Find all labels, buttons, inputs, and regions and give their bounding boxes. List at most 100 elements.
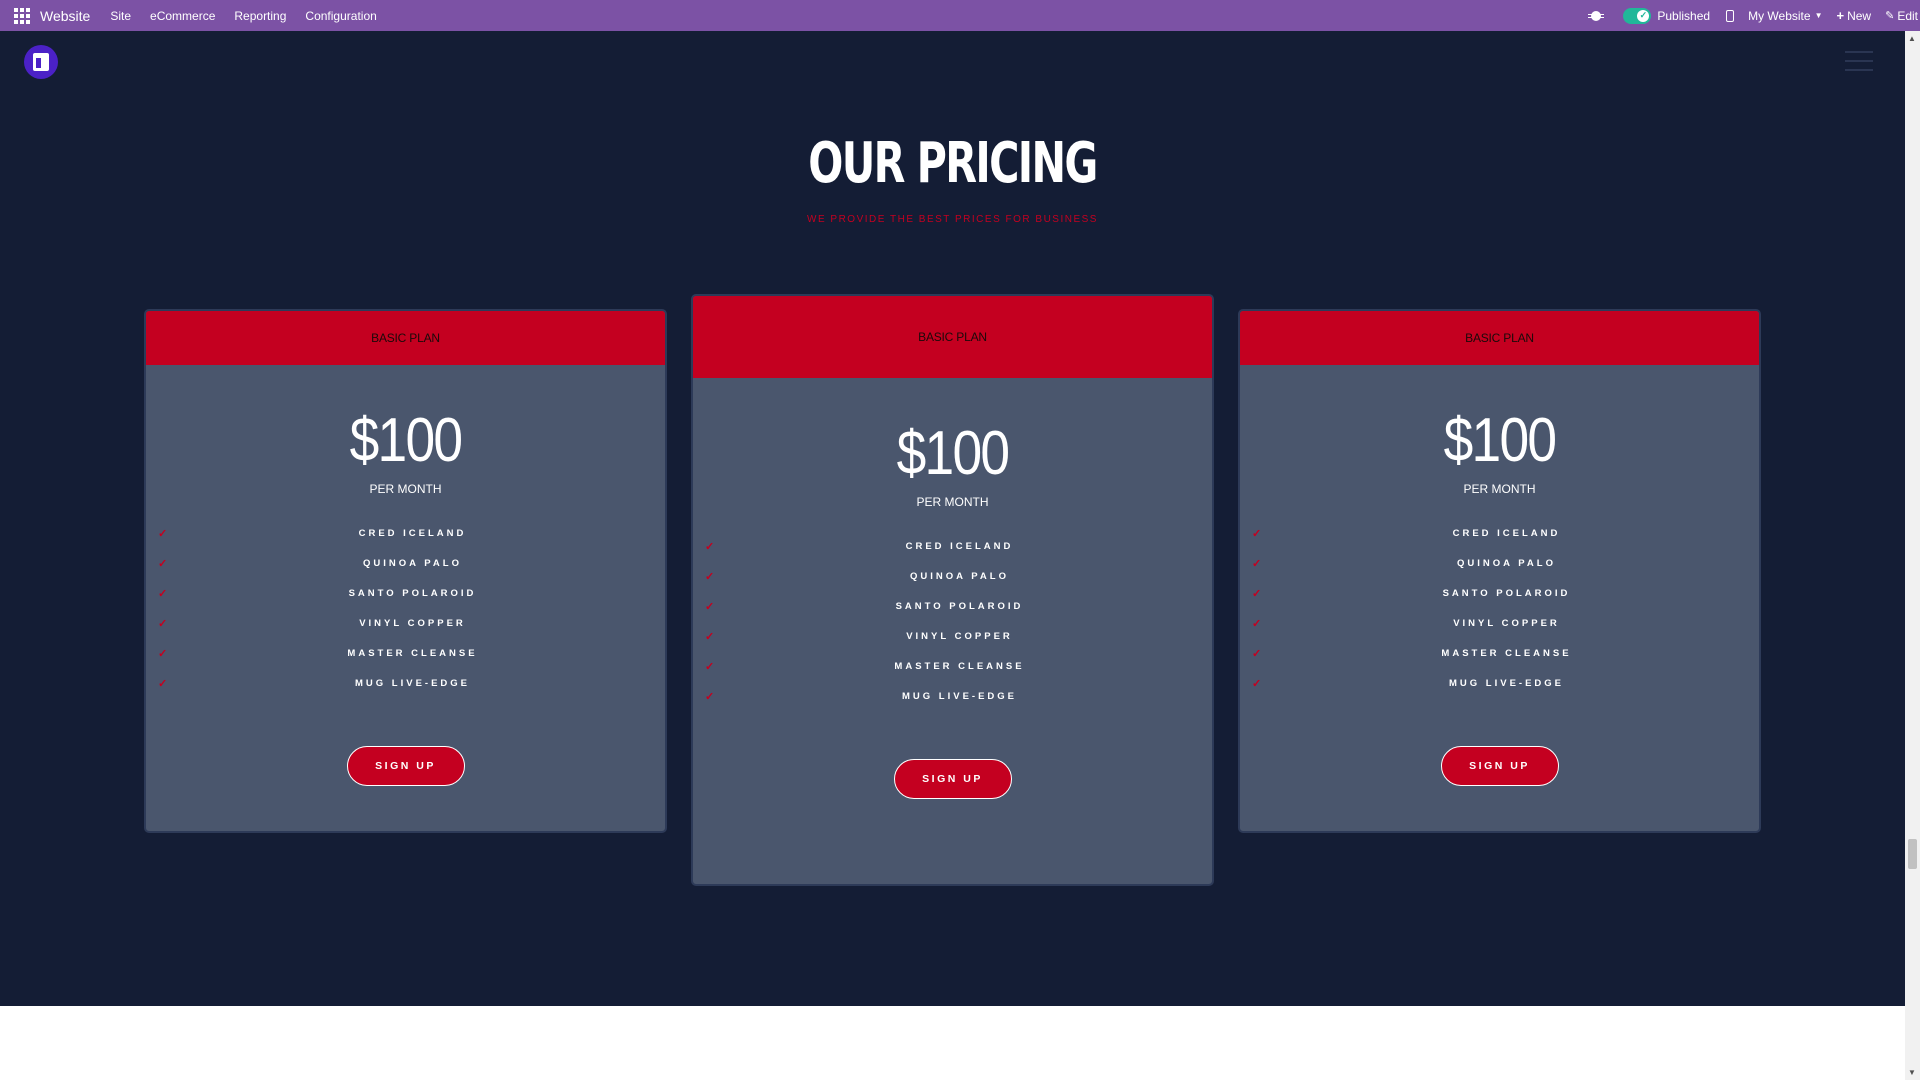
feature-label: QUINOA PALO bbox=[363, 557, 462, 569]
feature-label: SANTO POLAROID bbox=[348, 587, 477, 599]
feature-item: ✓ VINYL COPPER bbox=[1240, 608, 1759, 638]
caret-down-icon: ▼ bbox=[1814, 11, 1823, 20]
feature-label: QUINOA PALO bbox=[910, 570, 1009, 582]
scroll-up-arrow-icon[interactable]: ▲ bbox=[1908, 34, 1916, 43]
website-selector[interactable]: My Website ▼ bbox=[1748, 9, 1822, 23]
feature-label: MUG LIVE-EDGE bbox=[1448, 677, 1564, 689]
check-icon: ✓ bbox=[1252, 647, 1265, 660]
feature-label: SANTO POLAROID bbox=[895, 600, 1024, 612]
check-icon: ✓ bbox=[1252, 527, 1265, 540]
menu-configuration[interactable]: Configuration bbox=[305, 9, 376, 23]
check-icon: ✓ bbox=[705, 570, 718, 583]
page-subtitle: WE PROVIDE THE BEST PRICES FOR BUSINESS bbox=[807, 214, 1098, 225]
check-icon: ✓ bbox=[158, 557, 171, 570]
plan-name: BASIC PLAN bbox=[1240, 311, 1759, 365]
feature-label: MASTER CLEANSE bbox=[894, 660, 1025, 672]
plan-name: BASIC PLAN bbox=[693, 296, 1212, 378]
plan-period: PER MONTH bbox=[1463, 482, 1536, 496]
pencil-icon: ✎ bbox=[1885, 10, 1895, 22]
bug-icon[interactable] bbox=[1588, 10, 1605, 21]
website-selector-label: My Website bbox=[1748, 8, 1811, 23]
sign-up-button[interactable]: SIGN UP bbox=[893, 759, 1012, 799]
feature-item: ✓ MASTER CLEANSE bbox=[146, 638, 665, 668]
feature-label: CRED ICELAND bbox=[358, 527, 467, 539]
hamburger-menu-icon[interactable] bbox=[1845, 51, 1873, 71]
feature-item: ✓ VINYL COPPER bbox=[693, 621, 1212, 651]
pricing-card: BASIC PLAN $100 PER MONTH ✓ CRED ICELAND … bbox=[144, 309, 667, 833]
feature-item: ✓ MASTER CLEANSE bbox=[693, 651, 1212, 681]
check-icon: ✓ bbox=[1252, 677, 1265, 690]
logo-icon[interactable] bbox=[24, 45, 58, 79]
menu-site[interactable]: Site bbox=[110, 9, 131, 23]
feature-item: ✓ VINYL COPPER bbox=[146, 608, 665, 638]
feature-label: QUINOA PALO bbox=[1457, 557, 1556, 569]
mobile-icon[interactable] bbox=[1726, 9, 1735, 22]
check-icon: ✓ bbox=[705, 660, 718, 673]
feature-item: ✓ CRED ICELAND bbox=[693, 531, 1212, 561]
sign-up-button[interactable]: SIGN UP bbox=[346, 746, 465, 786]
check-icon: ✓ bbox=[158, 677, 171, 690]
feature-item: ✓ MUG LIVE-EDGE bbox=[146, 668, 665, 698]
check-icon: ✓ bbox=[1252, 617, 1265, 630]
check-icon: ✓ bbox=[705, 690, 718, 703]
page-scrollbar[interactable]: ▲ ▼ bbox=[1905, 31, 1920, 1080]
feature-label: VINYL COPPER bbox=[359, 617, 466, 629]
feature-label: CRED ICELAND bbox=[1452, 527, 1561, 539]
plus-icon: + bbox=[1836, 8, 1845, 23]
feature-item: ✓ QUINOA PALO bbox=[1240, 548, 1759, 578]
plan-period: PER MONTH bbox=[916, 495, 989, 509]
published-toggle[interactable]: ✓ bbox=[1623, 7, 1652, 24]
feature-label: MUG LIVE-EDGE bbox=[354, 677, 470, 689]
feature-list: ✓ CRED ICELAND ✓ QUINOA PALO ✓ SANTO POLARO… bbox=[1240, 518, 1759, 698]
menu-ecommerce[interactable]: eCommerce bbox=[150, 9, 215, 23]
feature-list: ✓ CRED ICELAND ✓ QUINOA PALO ✓ SANTO POLARO… bbox=[146, 518, 665, 698]
app-name[interactable]: Website bbox=[40, 8, 90, 24]
feature-label: MASTER CLEANSE bbox=[347, 647, 478, 659]
feature-item: ✓ QUINOA PALO bbox=[693, 561, 1212, 591]
sign-up-button[interactable]: SIGN UP bbox=[1440, 746, 1559, 786]
edit-button[interactable]: ✎ Edit bbox=[1885, 9, 1918, 23]
menu-reporting[interactable]: Reporting bbox=[234, 9, 286, 23]
feature-label: VINYL COPPER bbox=[1453, 617, 1560, 629]
check-icon: ✓ bbox=[158, 617, 171, 630]
check-icon: ✓ bbox=[158, 647, 171, 660]
edit-button-label: Edit bbox=[1897, 8, 1918, 23]
check-icon: ✓ bbox=[1252, 557, 1265, 570]
feature-item: ✓ SANTO POLAROID bbox=[146, 578, 665, 608]
scrollbar-thumb[interactable] bbox=[1908, 839, 1917, 869]
feature-item: ✓ MASTER CLEANSE bbox=[1240, 638, 1759, 668]
admin-top-bar: Website Site eCommerce Reporting Configu… bbox=[0, 0, 1920, 31]
new-button-label: New bbox=[1847, 8, 1872, 23]
feature-item: ✓ MUG LIVE-EDGE bbox=[1240, 668, 1759, 698]
apps-grid-icon[interactable] bbox=[14, 7, 30, 24]
feature-item: ✓ SANTO POLAROID bbox=[1240, 578, 1759, 608]
plan-price: $100 bbox=[349, 406, 463, 475]
plan-price: $100 bbox=[896, 419, 1010, 488]
check-icon: ✓ bbox=[1252, 587, 1265, 600]
plan-period: PER MONTH bbox=[369, 482, 442, 496]
feature-item: ✓ CRED ICELAND bbox=[1240, 518, 1759, 548]
feature-label: SANTO POLAROID bbox=[1442, 587, 1571, 599]
new-button[interactable]: + New bbox=[1836, 8, 1871, 23]
feature-label: CRED ICELAND bbox=[905, 540, 1014, 552]
check-icon: ✓ bbox=[705, 630, 718, 643]
feature-item: ✓ QUINOA PALO bbox=[146, 548, 665, 578]
feature-item: ✓ SANTO POLAROID bbox=[693, 591, 1212, 621]
pricing-card: BASIC PLAN $100 PER MONTH ✓ CRED ICELAND … bbox=[1238, 309, 1761, 833]
check-icon: ✓ bbox=[158, 527, 171, 540]
check-icon: ✓ bbox=[1637, 9, 1650, 22]
plan-name: BASIC PLAN bbox=[146, 311, 665, 365]
topbar-right-actions: ✓ Published My Website ▼ + New ✎ Edit bbox=[1577, 0, 1920, 31]
check-icon: ✓ bbox=[158, 587, 171, 600]
check-icon: ✓ bbox=[705, 600, 718, 613]
published-label[interactable]: Published bbox=[1657, 9, 1710, 23]
feature-label: MASTER CLEANSE bbox=[1441, 647, 1572, 659]
feature-label: VINYL COPPER bbox=[906, 630, 1013, 642]
plan-price: $100 bbox=[1443, 406, 1557, 475]
feature-item: ✓ CRED ICELAND bbox=[146, 518, 665, 548]
feature-label: MUG LIVE-EDGE bbox=[901, 690, 1017, 702]
scroll-down-arrow-icon[interactable]: ▼ bbox=[1908, 1068, 1916, 1077]
feature-item: ✓ MUG LIVE-EDGE bbox=[693, 681, 1212, 711]
pricing-card-featured: BASIC PLAN $100 PER MONTH ✓ CRED ICELAND … bbox=[691, 294, 1214, 886]
check-icon: ✓ bbox=[705, 540, 718, 553]
